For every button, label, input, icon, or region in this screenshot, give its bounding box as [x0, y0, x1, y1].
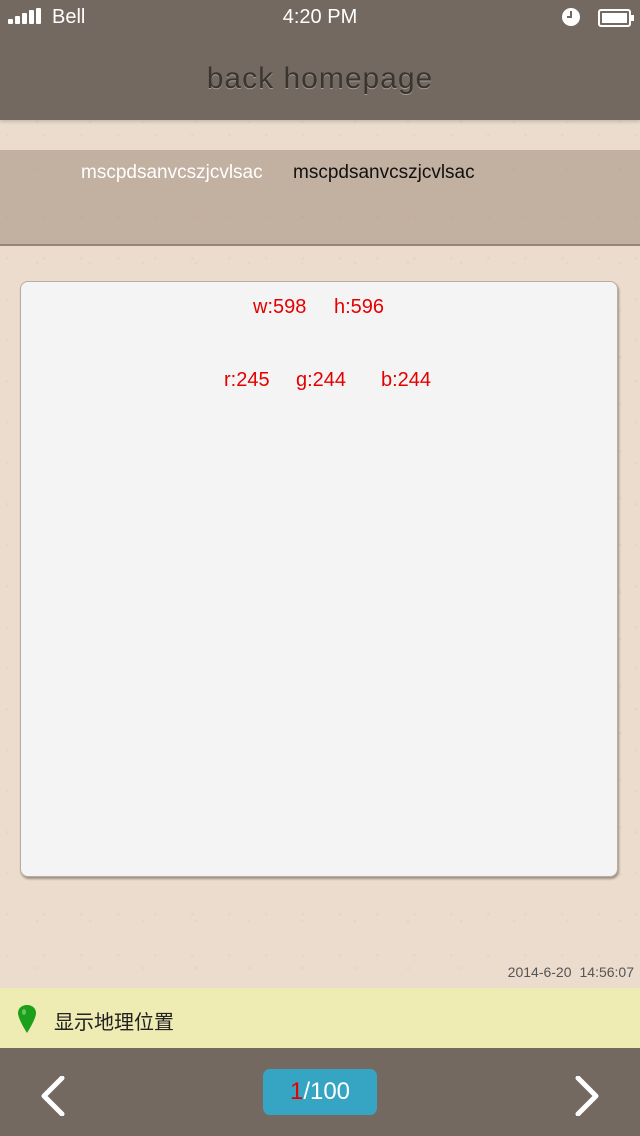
map-pin-icon	[18, 1005, 36, 1033]
blue-value-label: b:244	[381, 369, 432, 391]
battery-icon	[598, 9, 634, 27]
status-time: 4:20 PM	[282, 6, 358, 28]
page-indicator: 1/100	[263, 1069, 377, 1115]
location-label: 显示地理位置	[54, 1012, 174, 1034]
show-location-button[interactable]: 显示地理位置	[0, 988, 640, 1048]
info-text-left: mscpdsanvcszjcvlsac	[81, 162, 263, 183]
info-band: mscpdsanvcszjcvlsac mscpdsanvcszjcvlsac	[0, 150, 640, 246]
green-value-label: g:244	[296, 369, 347, 391]
back-homepage-button[interactable]: back homepage	[0, 62, 640, 96]
width-label: w:598	[253, 296, 307, 318]
timestamp-time: 14:56:07	[579, 964, 635, 980]
total-pages: /100	[303, 1078, 351, 1105]
red-value-label: r:245	[224, 369, 270, 391]
height-label: h:596	[334, 296, 385, 318]
bottom-toolbar: 1/100	[0, 1048, 640, 1136]
status-bar: Bell 4:20 PM	[0, 0, 640, 36]
alarm-icon	[562, 8, 580, 26]
chevron-left-icon[interactable]	[38, 1076, 68, 1116]
header: Bell 4:20 PM back homepage	[0, 0, 640, 120]
info-text-right: mscpdsanvcszjcvlsac	[293, 162, 475, 183]
chevron-right-icon[interactable]	[572, 1076, 602, 1116]
image-card[interactable]: w:598 h:596 r:245 g:244 b:244	[20, 281, 618, 877]
current-page: 1	[289, 1078, 304, 1105]
timestamp: 2014-6-20 14:56:07	[500, 964, 634, 980]
timestamp-date: 2014-6-20	[507, 964, 572, 980]
